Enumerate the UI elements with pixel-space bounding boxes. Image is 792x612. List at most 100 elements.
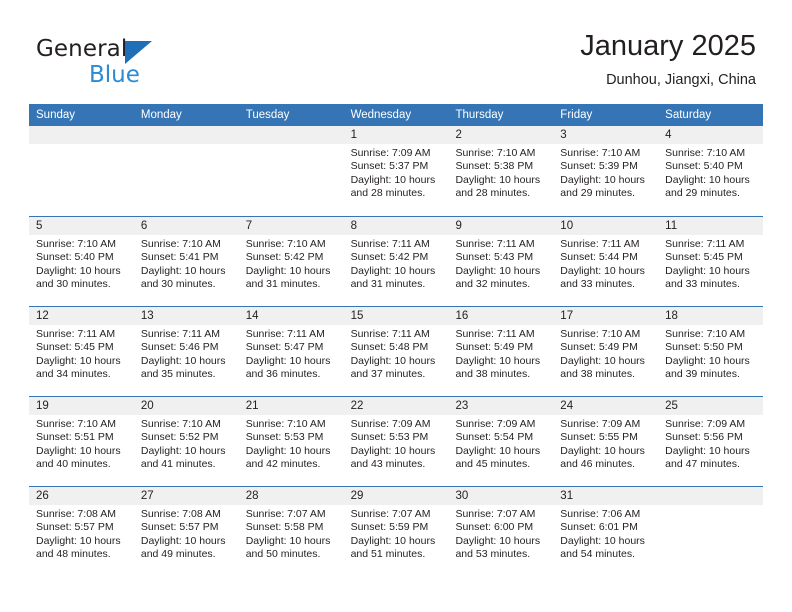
sunset-text: Sunset: 5:50 PM	[665, 341, 743, 354]
daylight-line1: Daylight: 10 hours	[455, 354, 541, 367]
day-cell[interactable]: 2 Sunrise: 7:10 AM Sunset: 5:38 PM Dayli…	[448, 126, 554, 216]
day-details: Sunrise: 7:11 AM Sunset: 5:44 PM Dayligh…	[553, 235, 658, 291]
day-number: 24	[553, 397, 659, 415]
day-cell[interactable]: 31 Sunrise: 7:06 AM Sunset: 6:01 PM Dayl…	[553, 487, 659, 576]
day-cell[interactable]: 15 Sunrise: 7:11 AM Sunset: 5:48 PM Dayl…	[343, 307, 449, 396]
daylight-line1: Daylight: 10 hours	[560, 534, 645, 547]
brand-name-blue: Blue	[89, 62, 140, 88]
day-number	[658, 487, 764, 505]
daylight-line2: and 37 minutes.	[350, 367, 426, 380]
day-details: Sunrise: 7:10 AM Sunset: 5:41 PM Dayligh…	[134, 235, 239, 291]
day-cell[interactable]: 4 Sunrise: 7:10 AM Sunset: 5:40 PM Dayli…	[658, 126, 764, 216]
day-number: 1	[343, 126, 449, 144]
weekday-header-row: Sunday Monday Tuesday Wednesday Thursday…	[29, 104, 763, 126]
day-cell[interactable]	[133, 126, 239, 216]
day-cell[interactable]: 12 Sunrise: 7:11 AM Sunset: 5:45 PM Dayl…	[29, 307, 134, 396]
daylight-line1: Daylight: 10 hours	[560, 444, 645, 457]
daylight-line1: Daylight: 10 hours	[350, 354, 436, 367]
day-cell[interactable]	[29, 126, 134, 216]
day-details: Sunrise: 7:10 AM Sunset: 5:52 PM Dayligh…	[134, 415, 239, 471]
day-cell[interactable]: 17 Sunrise: 7:10 AM Sunset: 5:49 PM Dayl…	[553, 307, 659, 396]
day-cell[interactable]: 24 Sunrise: 7:09 AM Sunset: 5:55 PM Dayl…	[553, 397, 659, 486]
day-cell[interactable]: 18 Sunrise: 7:10 AM Sunset: 5:50 PM Dayl…	[658, 307, 764, 396]
day-details: Sunrise: 7:07 AM Sunset: 5:59 PM Dayligh…	[344, 505, 449, 561]
brand-triangle-icon	[125, 41, 152, 64]
day-number: 27	[133, 487, 239, 505]
day-number: 6	[133, 217, 239, 235]
day-cell[interactable]: 22 Sunrise: 7:09 AM Sunset: 5:53 PM Dayl…	[343, 397, 449, 486]
day-details: Sunrise: 7:07 AM Sunset: 6:00 PM Dayligh…	[448, 505, 553, 561]
sunset-text: Sunset: 5:40 PM	[36, 251, 114, 264]
day-cell[interactable]: 21 Sunrise: 7:10 AM Sunset: 5:53 PM Dayl…	[238, 397, 344, 486]
day-cell[interactable]: 11 Sunrise: 7:11 AM Sunset: 5:45 PM Dayl…	[658, 217, 764, 306]
sunset-text: Sunset: 5:40 PM	[665, 160, 743, 173]
sunrise-text: Sunrise: 7:08 AM	[140, 508, 221, 520]
sunrise-text: Sunrise: 7:10 AM	[560, 328, 641, 340]
day-cell[interactable]: 9 Sunrise: 7:11 AM Sunset: 5:43 PM Dayli…	[448, 217, 554, 306]
day-number	[29, 126, 134, 144]
day-number: 21	[238, 397, 344, 415]
daylight-line1: Daylight: 10 hours	[36, 534, 121, 547]
day-cell[interactable]: 6 Sunrise: 7:10 AM Sunset: 5:41 PM Dayli…	[133, 217, 239, 306]
day-cell[interactable]: 20 Sunrise: 7:10 AM Sunset: 5:52 PM Dayl…	[133, 397, 239, 486]
day-cell[interactable]	[658, 487, 764, 576]
day-cell[interactable]: 7 Sunrise: 7:10 AM Sunset: 5:42 PM Dayli…	[238, 217, 344, 306]
day-cell[interactable]: 19 Sunrise: 7:10 AM Sunset: 5:51 PM Dayl…	[29, 397, 134, 486]
day-cell[interactable]: 29 Sunrise: 7:07 AM Sunset: 5:59 PM Dayl…	[343, 487, 449, 576]
daylight-line2: and 43 minutes.	[350, 457, 426, 470]
daylight-line2: and 47 minutes.	[665, 457, 740, 470]
day-cell[interactable]: 27 Sunrise: 7:08 AM Sunset: 5:57 PM Dayl…	[133, 487, 239, 576]
sunrise-text: Sunrise: 7:09 AM	[350, 418, 431, 430]
day-number: 12	[29, 307, 134, 325]
day-details: Sunrise: 7:10 AM Sunset: 5:42 PM Dayligh…	[239, 235, 344, 291]
day-cell[interactable]: 28 Sunrise: 7:07 AM Sunset: 5:58 PM Dayl…	[238, 487, 344, 576]
daylight-line1: Daylight: 10 hours	[665, 264, 750, 277]
sunrise-text: Sunrise: 7:08 AM	[36, 508, 116, 520]
day-cell[interactable]	[238, 126, 344, 216]
sunset-text: Sunset: 5:58 PM	[245, 521, 324, 534]
day-cell[interactable]: 13 Sunrise: 7:11 AM Sunset: 5:46 PM Dayl…	[133, 307, 239, 396]
day-cell[interactable]: 5 Sunrise: 7:10 AM Sunset: 5:40 PM Dayli…	[29, 217, 134, 306]
day-details: Sunrise: 7:11 AM Sunset: 5:48 PM Dayligh…	[344, 325, 449, 381]
day-cell[interactable]: 8 Sunrise: 7:11 AM Sunset: 5:42 PM Dayli…	[343, 217, 449, 306]
day-number: 2	[448, 126, 554, 144]
day-cell[interactable]: 1 Sunrise: 7:09 AM Sunset: 5:37 PM Dayli…	[343, 126, 449, 216]
day-cell[interactable]: 25 Sunrise: 7:09 AM Sunset: 5:56 PM Dayl…	[658, 397, 764, 486]
sunset-text: Sunset: 6:00 PM	[455, 521, 534, 534]
day-number: 19	[29, 397, 134, 415]
daylight-line2: and 41 minutes.	[140, 457, 216, 470]
daylight-line1: Daylight: 10 hours	[665, 173, 750, 186]
day-details: Sunrise: 7:09 AM Sunset: 5:56 PM Dayligh…	[658, 415, 763, 471]
daylight-line2: and 29 minutes.	[560, 186, 636, 199]
day-number: 3	[553, 126, 659, 144]
daylight-line1: Daylight: 10 hours	[665, 444, 750, 457]
day-number	[133, 126, 239, 144]
day-cell[interactable]: 23 Sunrise: 7:09 AM Sunset: 5:54 PM Dayl…	[448, 397, 554, 486]
day-cell[interactable]: 26 Sunrise: 7:08 AM Sunset: 5:57 PM Dayl…	[29, 487, 134, 576]
week-row: 1 Sunrise: 7:09 AM Sunset: 5:37 PM Dayli…	[29, 126, 764, 216]
day-number: 9	[448, 217, 554, 235]
daylight-line2: and 30 minutes.	[36, 277, 111, 290]
daylight-line1: Daylight: 10 hours	[140, 354, 226, 367]
day-number: 26	[29, 487, 134, 505]
day-details: Sunrise: 7:09 AM Sunset: 5:53 PM Dayligh…	[344, 415, 449, 471]
daylight-line2: and 51 minutes.	[350, 547, 426, 560]
daylight-line2: and 38 minutes.	[560, 367, 636, 380]
daylight-line2: and 33 minutes.	[665, 277, 740, 290]
sunset-text: Sunset: 5:39 PM	[560, 160, 638, 173]
sunset-text: Sunset: 6:01 PM	[560, 521, 638, 534]
day-number: 29	[343, 487, 449, 505]
day-details: Sunrise: 7:10 AM Sunset: 5:49 PM Dayligh…	[553, 325, 658, 381]
day-cell[interactable]: 14 Sunrise: 7:11 AM Sunset: 5:47 PM Dayl…	[238, 307, 344, 396]
week-row: 5 Sunrise: 7:10 AM Sunset: 5:40 PM Dayli…	[29, 216, 764, 306]
daylight-line2: and 34 minutes.	[36, 367, 111, 380]
day-number: 23	[448, 397, 554, 415]
brand-logo[interactable]: General Blue	[36, 36, 266, 92]
page-subtitle-location: Dunhou, Jiangxi, China	[606, 72, 756, 88]
day-number: 16	[448, 307, 554, 325]
day-cell[interactable]: 3 Sunrise: 7:10 AM Sunset: 5:39 PM Dayli…	[553, 126, 659, 216]
day-cell[interactable]: 16 Sunrise: 7:11 AM Sunset: 5:49 PM Dayl…	[448, 307, 554, 396]
day-cell[interactable]: 30 Sunrise: 7:07 AM Sunset: 6:00 PM Dayl…	[448, 487, 554, 576]
sunset-text: Sunset: 5:52 PM	[140, 431, 219, 444]
day-cell[interactable]: 10 Sunrise: 7:11 AM Sunset: 5:44 PM Dayl…	[553, 217, 659, 306]
